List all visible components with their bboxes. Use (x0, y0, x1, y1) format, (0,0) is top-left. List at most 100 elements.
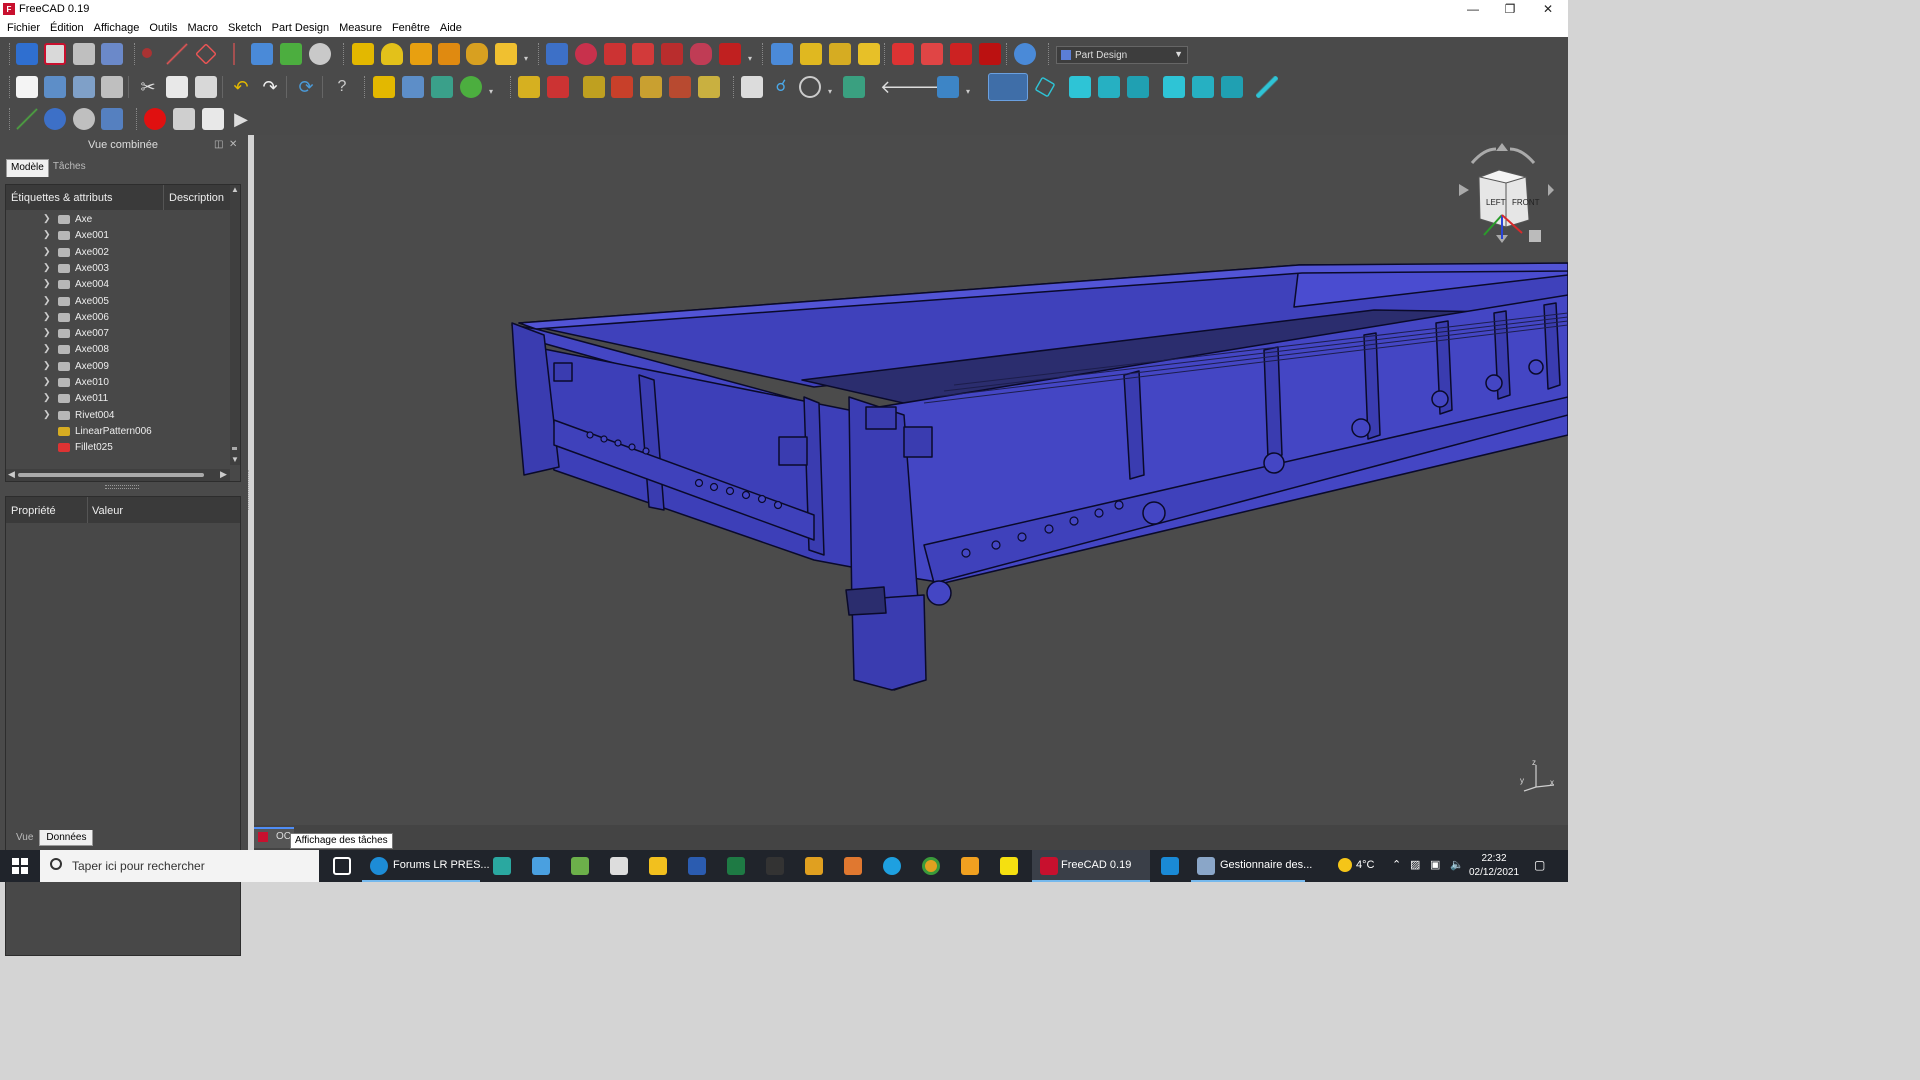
close-button[interactable]: ✕ (1530, 0, 1566, 18)
tree-item[interactable]: ❯ Axe010 (6, 375, 230, 391)
clock[interactable]: 22:32 02/12/2021 (1466, 852, 1522, 880)
mirror-icon[interactable] (101, 108, 123, 130)
linear-pattern-icon[interactable] (800, 43, 822, 65)
expand-arrow-icon[interactable]: ❯ (43, 229, 51, 240)
start-button[interactable] (0, 850, 40, 882)
network-icon[interactable]: ▣ (1430, 850, 1444, 882)
forward-arrow-icon[interactable]: 🡒 (908, 76, 956, 98)
create-group-icon[interactable] (402, 76, 424, 98)
tree-item[interactable]: ❯ Rivet004 (6, 408, 230, 424)
rear-view-icon[interactable] (1163, 76, 1185, 98)
undo-icon[interactable]: ↶ (230, 76, 252, 98)
groove-icon[interactable] (604, 43, 626, 65)
taskbar-pinned-app[interactable] (835, 850, 871, 882)
taskbar-pinned-app[interactable] (991, 850, 1027, 882)
workbench-selector[interactable]: Part Design ▼ (1056, 46, 1188, 64)
std-views-menu-icon[interactable] (988, 73, 1028, 101)
run-macro-icon[interactable]: ▶ (230, 108, 252, 130)
toolbar-grip[interactable] (1048, 43, 1051, 65)
create-part-icon[interactable] (44, 43, 66, 65)
part-boolean-icon[interactable] (44, 108, 66, 130)
tree-header-labels[interactable]: Étiquettes & attributs (11, 192, 113, 204)
menu-fenetre[interactable]: Fenêtre (387, 22, 435, 34)
toolbar-grip[interactable] (9, 43, 12, 65)
scroll-thumb[interactable] (232, 447, 237, 450)
expand-arrow-icon[interactable]: ❯ (43, 246, 51, 257)
taskbar-pinned-app[interactable] (913, 850, 949, 882)
taskbar-pinned-app[interactable] (718, 850, 754, 882)
menu-part-design[interactable]: Part Design (267, 22, 334, 34)
toolbar-grip[interactable] (733, 76, 736, 98)
additive-pipe-icon[interactable] (438, 43, 460, 65)
taskbar-pinned-app[interactable] (679, 850, 715, 882)
weather-widget[interactable]: 4°C (1336, 850, 1390, 882)
dropdown-arrow-icon[interactable]: ▾ (489, 87, 497, 96)
toolbar-grip[interactable] (9, 76, 12, 98)
tree-item[interactable]: ❯ Axe (6, 212, 230, 228)
cut-icon[interactable]: ✂ (137, 76, 159, 98)
3d-view[interactable]: LEFT FRONT z x y (254, 135, 1568, 825)
tree-item[interactable]: ❯ Axe006 (6, 310, 230, 326)
isometric-view-icon[interactable] (1034, 76, 1056, 98)
sketch-view-icon[interactable] (518, 76, 540, 98)
additive-helix-icon[interactable] (466, 43, 488, 65)
toolbar-grip[interactable] (1006, 43, 1009, 65)
tab-donnees[interactable]: Données (39, 830, 94, 846)
3d-model-canvas[interactable]: LEFT FRONT z x y (254, 135, 1568, 825)
draft-icon[interactable] (950, 43, 972, 65)
expand-arrow-icon[interactable]: ❯ (43, 392, 51, 403)
tab-taches[interactable]: Tâches (49, 159, 90, 177)
polar-pattern-icon[interactable] (829, 43, 851, 65)
open-icon[interactable] (44, 76, 66, 98)
map-sketch-icon[interactable] (583, 76, 605, 98)
datum-plane-icon[interactable] (195, 43, 217, 65)
subshape-binder-icon[interactable] (280, 43, 302, 65)
redo-icon[interactable]: ↷ (259, 76, 281, 98)
revolution-icon[interactable] (381, 43, 403, 65)
chamfer-icon[interactable] (921, 43, 943, 65)
tree-item[interactable]: LinearPattern006 (6, 424, 230, 440)
property-header-name[interactable]: Propriété (11, 505, 56, 517)
make-link-2-icon[interactable] (431, 76, 453, 98)
vertical-splitter[interactable] (248, 470, 250, 510)
bottom-view-icon[interactable] (1192, 76, 1214, 98)
copy-icon[interactable] (166, 76, 188, 98)
menu-outils[interactable]: Outils (144, 22, 182, 34)
taskbar-pinned-app[interactable] (1152, 850, 1188, 882)
macro-editor-icon[interactable] (202, 108, 224, 130)
scroll-down-icon[interactable]: ▼ (231, 455, 239, 464)
additive-loft-icon[interactable] (410, 43, 432, 65)
reorient-sketch-icon[interactable] (611, 76, 633, 98)
taskbar-pinned-app[interactable] (523, 850, 559, 882)
subtractive-loft-icon[interactable] (632, 43, 654, 65)
make-link-icon[interactable] (73, 43, 95, 65)
expand-arrow-icon[interactable]: ❯ (43, 327, 51, 338)
save-icon[interactable] (73, 76, 95, 98)
minimize-button[interactable]: — (1455, 0, 1491, 18)
taskbar-pinned-app[interactable] (484, 850, 520, 882)
new-document-icon[interactable] (16, 76, 38, 98)
toolbar-grip[interactable] (343, 43, 346, 65)
paste-icon[interactable] (195, 76, 217, 98)
taskbar-pinned-app[interactable] (640, 850, 676, 882)
scroll-up-icon[interactable]: ▲ (231, 185, 239, 194)
taskbar-pinned-app[interactable] (796, 850, 832, 882)
expand-arrow-icon[interactable]: ❯ (43, 278, 51, 289)
menu-macro[interactable]: Macro (182, 22, 223, 34)
whats-this-icon[interactable]: ? (331, 76, 353, 98)
sphere-icon[interactable] (73, 108, 95, 130)
validate-sketch-icon[interactable] (640, 76, 662, 98)
taskbar-app-edge[interactable]: Forums LR PRES... (362, 850, 490, 882)
clone-icon[interactable] (309, 43, 331, 65)
menu-aide[interactable]: Aide (435, 22, 467, 34)
restore-button[interactable]: ❐ (1492, 0, 1528, 18)
shape-binder-icon[interactable] (251, 43, 273, 65)
sync-view-icon[interactable] (937, 76, 959, 98)
right-view-icon[interactable] (1127, 76, 1149, 98)
bounding-box-icon[interactable] (843, 76, 865, 98)
tree-item[interactable]: ❯ Axe003 (6, 261, 230, 277)
fit-all-icon[interactable] (741, 76, 763, 98)
dropdown-arrow-icon[interactable]: ▾ (966, 87, 974, 96)
tree-item[interactable]: Fillet025 (6, 440, 230, 456)
tree-item[interactable]: ❯ Axe007 (6, 326, 230, 342)
